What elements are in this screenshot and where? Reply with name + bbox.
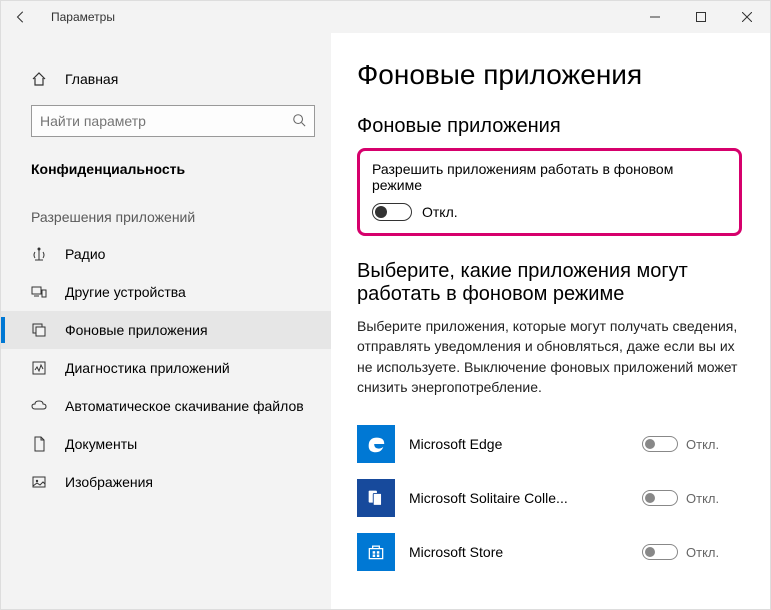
radio-icon (31, 246, 49, 262)
sidebar-item-background-apps[interactable]: Фоновые приложения (1, 311, 331, 349)
devices-icon (31, 284, 49, 300)
document-icon (31, 436, 49, 452)
sidebar-item-label: Другие устройства (65, 284, 186, 300)
window-body: Главная Конфиденциальность Разрешения пр… (1, 33, 770, 609)
sidebar-item-label: Диагностика приложений (65, 360, 230, 376)
window-controls (632, 1, 770, 33)
images-icon (31, 474, 49, 490)
maximize-icon (696, 12, 706, 22)
minimize-button[interactable] (632, 1, 678, 33)
app-row-solitaire: Microsoft Solitaire Colle... Откл. (357, 471, 742, 525)
edge-icon (357, 425, 395, 463)
sidebar-item-label: Фоновые приложения (65, 322, 208, 338)
sidebar-item-label: Радио (65, 246, 105, 262)
diagnostics-icon (31, 360, 49, 376)
window-title: Параметры (41, 10, 115, 24)
home-icon (31, 71, 49, 87)
nav-home[interactable]: Главная (1, 63, 331, 95)
app-name: Microsoft Edge (409, 436, 628, 452)
app-row-store: Microsoft Store Откл. (357, 525, 742, 579)
nav-home-label: Главная (65, 71, 118, 87)
solitaire-icon (357, 479, 395, 517)
close-button[interactable] (724, 1, 770, 33)
master-toggle-row: Откл. (372, 203, 727, 221)
sidebar-item-auto-download[interactable]: Автоматическое скачивание файлов (1, 387, 331, 425)
back-button[interactable] (1, 1, 41, 33)
store-icon (357, 533, 395, 571)
arrow-left-icon (14, 10, 28, 24)
titlebar: Параметры (1, 1, 770, 33)
sidebar-item-images[interactable]: Изображения (1, 463, 331, 501)
maximize-button[interactable] (678, 1, 724, 33)
sidebar-item-label: Документы (65, 436, 137, 452)
section-heading-choose: Выберите, какие приложения могут работат… (357, 260, 742, 306)
app-toggle-solitaire[interactable] (642, 490, 678, 506)
app-row-edge: Microsoft Edge Откл. (357, 417, 742, 471)
sidebar-item-diagnostics[interactable]: Диагностика приложений (1, 349, 331, 387)
highlight-annotation: Разрешить приложениям работать в фоновом… (357, 148, 742, 236)
cloud-download-icon (31, 398, 49, 414)
close-icon (742, 12, 752, 22)
app-toggle-state: Откл. (686, 545, 719, 560)
section-description: Выберите приложения, которые могут получ… (357, 316, 742, 397)
app-name: Microsoft Store (409, 544, 628, 560)
app-name: Microsoft Solitaire Colle... (409, 490, 628, 506)
background-apps-icon (31, 322, 49, 338)
section-heading-master: Фоновые приложения (357, 115, 742, 138)
app-toggle-edge[interactable] (642, 436, 678, 452)
minimize-icon (650, 12, 660, 22)
sidebar-item-label: Автоматическое скачивание файлов (65, 398, 304, 414)
search-icon (292, 113, 306, 130)
sidebar-item-label: Изображения (65, 474, 153, 490)
sidebar-item-documents[interactable]: Документы (1, 425, 331, 463)
sidebar-category: Конфиденциальность (1, 155, 331, 183)
search-input[interactable] (40, 113, 292, 129)
main-content: Фоновые приложения Фоновые приложения Ра… (331, 33, 770, 609)
sidebar-item-radio[interactable]: Радио (1, 235, 331, 273)
sidebar-section-header: Разрешения приложений (1, 203, 331, 231)
master-toggle-label: Разрешить приложениям работать в фоновом… (372, 161, 727, 193)
master-toggle-state: Откл. (422, 204, 458, 220)
page-title: Фоновые приложения (357, 59, 742, 91)
app-toggle-store[interactable] (642, 544, 678, 560)
settings-window: Параметры Главная (0, 0, 771, 610)
app-toggle-state: Откл. (686, 491, 719, 506)
sidebar: Главная Конфиденциальность Разрешения пр… (1, 33, 331, 609)
app-toggle-state: Откл. (686, 437, 719, 452)
master-toggle[interactable] (372, 203, 412, 221)
search-box[interactable] (31, 105, 315, 137)
sidebar-item-other-devices[interactable]: Другие устройства (1, 273, 331, 311)
